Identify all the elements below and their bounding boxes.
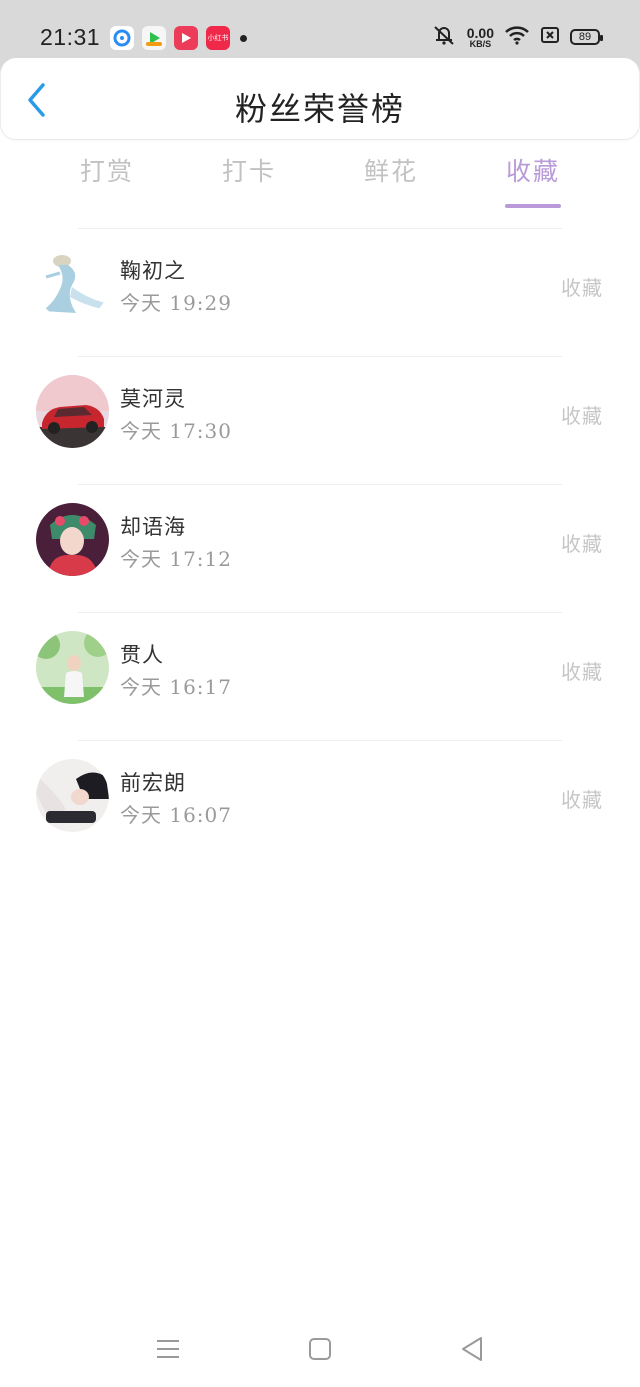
fan-list: 鞠初之 今天 19:29 收藏 莫河灵 今天 17:30 收藏 却语海 今天 1… [0,228,640,868]
avatar[interactable] [36,759,109,832]
video-app-icon [174,26,198,50]
user-name: 鞠初之 [120,259,186,283]
user-name: 却语海 [120,515,186,539]
no-sim-icon [540,26,560,48]
battery-indicator: 89 [570,29,603,45]
home-square-icon [309,1338,331,1360]
avatar[interactable] [36,375,109,448]
back-nav-button[interactable] [452,1334,492,1364]
list-item[interactable]: 前宏朗 今天 16:07 收藏 [0,741,640,868]
favorite-label: 收藏 [561,660,603,684]
tab-bar: 打赏 打卡 鲜花 收藏 [36,152,604,212]
browser-app-icon [110,26,134,50]
status-indicators: 0.00 KB/S 89 [431,24,603,50]
notification-app-icons: 小红书 [110,26,247,50]
net-speed: 0.00 KB/S [466,24,494,49]
tab-favorites[interactable]: 收藏 [462,152,604,208]
action-time: 今天 17:30 [120,419,232,443]
game-app-icon [142,26,166,50]
menu-button[interactable] [148,1334,188,1364]
user-name: 莫河灵 [120,387,186,411]
favorite-label: 收藏 [561,788,603,812]
avatar[interactable] [36,503,109,576]
avatar[interactable] [36,631,109,704]
favorite-label: 收藏 [561,404,603,428]
tab-flowers[interactable]: 鲜花 [320,152,462,208]
list-item[interactable]: 贯人 今天 16:17 收藏 [0,613,640,740]
menu-icon [157,1340,179,1358]
more-notifications-dot [240,34,247,42]
favorite-label: 收藏 [561,532,603,556]
mute-bell-icon [431,24,457,50]
action-time: 今天 19:29 [120,291,232,315]
user-name: 前宏朗 [120,771,186,795]
shop-app-icon: 小红书 [206,26,230,50]
wifi-icon [504,25,530,49]
tab-checkin[interactable]: 打卡 [178,152,320,208]
list-item[interactable]: 却语海 今天 17:12 收藏 [0,485,640,612]
avatar[interactable] [36,247,109,320]
action-time: 今天 17:12 [120,547,232,571]
list-item[interactable]: 莫河灵 今天 17:30 收藏 [0,357,640,484]
action-time: 今天 16:17 [120,675,232,699]
user-name: 贯人 [120,643,164,667]
page-title: 粉丝荣誉榜 [234,90,405,128]
home-button[interactable] [300,1334,340,1364]
favorite-label: 收藏 [561,276,603,300]
back-triangle-icon [462,1337,482,1361]
header-bar: 粉丝荣誉榜 [0,58,640,140]
action-time: 今天 16:07 [120,803,232,827]
tab-reward[interactable]: 打赏 [36,152,178,208]
list-item[interactable]: 鞠初之 今天 19:29 收藏 [0,229,640,356]
status-time: 21:31 [40,24,101,50]
system-nav-bar [0,1310,640,1387]
